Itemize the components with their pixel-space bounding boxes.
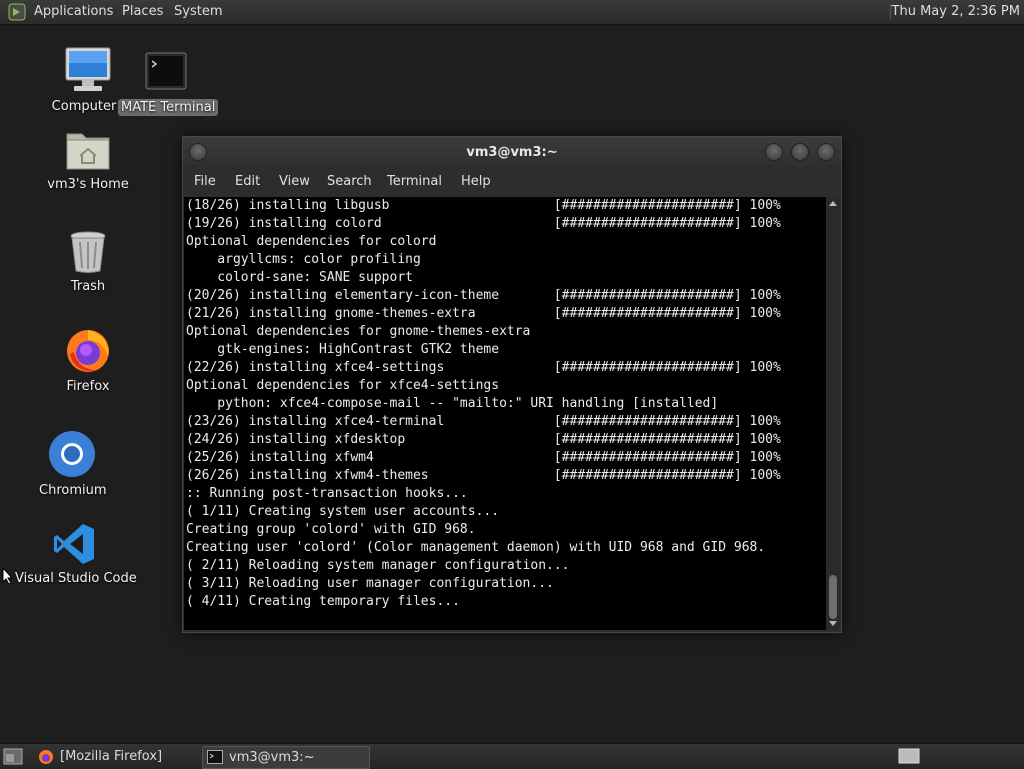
- vscode-label: Visual Studio Code: [15, 571, 137, 586]
- menu-file[interactable]: File: [194, 174, 216, 189]
- terminal-line: (23/26) installing xfce4-terminal [#####…: [186, 414, 781, 429]
- clock[interactable]: Thu May 2, 2:36 PM: [892, 4, 1020, 19]
- close-button[interactable]: [817, 143, 835, 161]
- terminal-line: ( 2/11) Reloading system manager configu…: [186, 558, 570, 573]
- terminal-output[interactable]: (18/26) installing libgusb [############…: [184, 197, 826, 630]
- trash-label: Trash: [70, 279, 106, 294]
- places-menu[interactable]: Places: [122, 4, 163, 19]
- terminal-line: ( 4/11) Creating temporary files...: [186, 594, 460, 609]
- task-terminal-label: vm3@vm3:~: [229, 750, 315, 765]
- desktop-icon-home[interactable]: vm3's Home: [40, 128, 136, 193]
- terminal-line: (22/26) installing xfce4-settings [#####…: [186, 360, 781, 375]
- mouse-pointer-icon: [2, 567, 14, 585]
- terminal-line: Optional dependencies for xfce4-settings: [186, 378, 500, 393]
- terminal-icon: [145, 52, 187, 90]
- terminal-line: Optional dependencies for gnome-themes-e…: [186, 324, 531, 339]
- terminal-line: gtk-engines: HighContrast GTK2 theme: [186, 342, 500, 357]
- terminal-line: (20/26) installing elementary-icon-theme…: [186, 288, 781, 303]
- mate-terminal-label: MATE Terminal: [118, 99, 219, 116]
- minimize-button[interactable]: [765, 143, 783, 161]
- scroll-down-arrow-icon[interactable]: [829, 621, 837, 626]
- firefox-label: Firefox: [66, 379, 110, 394]
- firefox-icon: [67, 330, 109, 372]
- system-menu[interactable]: System: [174, 4, 222, 19]
- terminal-scrollbar[interactable]: [826, 197, 840, 630]
- terminal-line: Creating user 'colord' (Color management…: [186, 540, 766, 555]
- window-titlebar[interactable]: vm3@vm3:~: [183, 137, 841, 167]
- terminal-text: (18/26) installing libgusb [############…: [186, 197, 781, 611]
- menu-terminal[interactable]: Terminal: [387, 174, 442, 189]
- home-folder-icon: [66, 133, 110, 170]
- terminal-line: (18/26) installing libgusb [############…: [186, 198, 781, 213]
- terminal-line: (26/26) installing xfwm4-themes [#######…: [186, 468, 781, 483]
- menu-edit[interactable]: Edit: [235, 174, 260, 189]
- maximize-button[interactable]: [791, 143, 809, 161]
- workspace-switcher-icon[interactable]: [898, 748, 920, 764]
- terminal-line: ( 1/11) Creating system user accounts...: [186, 504, 500, 519]
- menu-help[interactable]: Help: [461, 174, 491, 189]
- monitor-icon: [65, 47, 111, 91]
- terminal-line: (21/26) installing gnome-themes-extra [#…: [186, 306, 781, 321]
- task-firefox[interactable]: [Mozilla Firefox]: [34, 746, 198, 767]
- menu-view[interactable]: View: [279, 174, 310, 189]
- bottom-panel: [Mozilla Firefox] vm3@vm3:~: [0, 743, 1024, 769]
- desktop-icon-mate-terminal[interactable]: MATE Terminal: [118, 52, 219, 116]
- menu-search[interactable]: Search: [327, 174, 372, 189]
- terminal-window[interactable]: vm3@vm3:~ File Edit View Search Terminal…: [182, 136, 842, 633]
- terminal-line: (24/26) installing xfdesktop [##########…: [186, 432, 781, 447]
- show-desktop-icon[interactable]: [3, 748, 23, 765]
- terminal-icon: [207, 750, 223, 764]
- terminal-menubar: File Edit View Search Terminal Help: [183, 169, 841, 195]
- terminal-line: python: xfce4-compose-mail -- "mailto:" …: [186, 396, 719, 411]
- terminal-line: Creating group 'colord' with GID 968.: [186, 522, 476, 537]
- terminal-line: (25/26) installing xfwm4 [##############…: [186, 450, 781, 465]
- home-label: vm3's Home: [47, 177, 129, 192]
- terminal-line: Optional dependencies for colord: [186, 234, 437, 249]
- vscode-icon: [54, 524, 94, 564]
- top-panel: Applications Places System Thu May 2, 2:…: [0, 0, 1024, 25]
- terminal-line: argyllcms: color profiling: [186, 252, 421, 267]
- terminal-line: ( 3/11) Reloading user manager configura…: [186, 576, 554, 591]
- desktop-icon-computer[interactable]: Computer: [52, 46, 124, 115]
- scroll-up-arrow-icon[interactable]: [829, 201, 837, 206]
- desktop-icon-firefox[interactable]: Firefox: [52, 326, 124, 395]
- scroll-thumb[interactable]: [829, 575, 837, 619]
- trash-icon: [70, 231, 106, 273]
- window-title: vm3@vm3:~: [466, 145, 558, 160]
- computer-label: Computer: [51, 99, 117, 114]
- terminal-line: (19/26) installing colord [#############…: [186, 216, 781, 231]
- applications-menu[interactable]: Applications: [34, 4, 113, 19]
- task-firefox-label: [Mozilla Firefox]: [60, 749, 163, 764]
- desktop-icon-vscode[interactable]: Visual Studio Code: [12, 522, 137, 587]
- task-terminal[interactable]: vm3@vm3:~: [202, 746, 370, 769]
- chromium-label: Chromium: [39, 483, 107, 498]
- terminal-line: colord-sane: SANE support: [186, 270, 413, 285]
- mate-menu-icon[interactable]: [8, 3, 26, 21]
- desktop-icon-chromium[interactable]: Chromium: [36, 430, 108, 499]
- desktop-icon-trash[interactable]: Trash: [52, 230, 124, 295]
- firefox-icon: [39, 750, 53, 764]
- chromium-icon: [49, 431, 95, 477]
- terminal-line: :: Running post-transaction hooks...: [186, 486, 468, 501]
